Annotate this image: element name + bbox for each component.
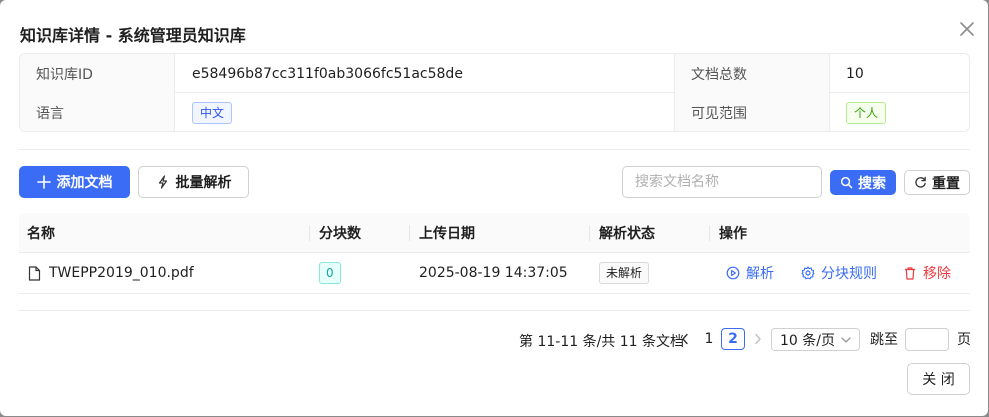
language-tag: 中文 [192, 101, 233, 124]
close-icon[interactable] [958, 20, 976, 38]
add-document-button[interactable]: 添加文档 [19, 166, 130, 198]
parse-link[interactable]: 解析 [726, 263, 774, 283]
batch-parse-label: 批量解析 [175, 175, 232, 191]
batch-parse-button[interactable]: 批量解析 [138, 166, 249, 198]
chunk-count-badge: 0 [319, 262, 341, 284]
prev-page-button[interactable] [678, 328, 692, 350]
column-header-actions: 操作 [719, 226, 747, 242]
file-name-cell: TWEPP2019_010.pdf [28, 253, 194, 293]
search-button[interactable]: 搜索 [830, 170, 896, 195]
column-header-chunks: 分块数 [319, 226, 361, 242]
jump-page-input[interactable] [905, 328, 949, 351]
table-row: TWEPP2019_010.pdf 0 2025-08-19 14:37:05 … [19, 253, 970, 294]
page-2[interactable]: 2 [721, 328, 745, 350]
lightning-icon [158, 175, 167, 189]
next-page-button[interactable] [752, 328, 764, 350]
reset-label: 重置 [932, 175, 960, 192]
page-1[interactable]: 1 [700, 328, 718, 350]
chunk-rules-link[interactable]: 分块规则 [801, 263, 877, 283]
file-name: TWEPP2019_010.pdf [49, 265, 194, 281]
search-input[interactable] [622, 166, 822, 198]
add-document-label: 添加文档 [56, 175, 113, 191]
remove-link[interactable]: 移除 [903, 263, 951, 283]
chevron-right-icon [755, 333, 761, 345]
visibility-label: 可见范围 [675, 93, 830, 131]
column-separator [709, 225, 710, 241]
page-size-select[interactable]: 10 条/页 [771, 328, 860, 351]
file-icon [28, 265, 41, 281]
page-size-value: 10 条/页 [780, 332, 835, 349]
search-label: 搜索 [858, 175, 886, 192]
page-suffix: 页 [957, 332, 971, 348]
column-header-status: 解析状态 [599, 226, 655, 242]
language-label: 语言 [20, 93, 175, 131]
kb-id-label: 知识库ID [20, 54, 175, 93]
doc-count-value: 10 [846, 65, 864, 82]
dialog-title: 知识库详情 - 系统管理员知识库 [20, 26, 246, 45]
visibility-tag: 个人 [846, 101, 887, 124]
column-separator [309, 225, 310, 241]
table-header: 名称 分块数 上传日期 解析状态 操作 [19, 213, 970, 253]
play-circle-icon [726, 266, 740, 280]
plus-icon [36, 175, 51, 189]
parse-label: 解析 [746, 266, 774, 282]
upload-date: 2025-08-19 14:37:05 [419, 265, 568, 281]
remove-label: 移除 [923, 266, 951, 282]
chevron-down-icon [841, 337, 851, 343]
doc-count-label: 文档总数 [675, 54, 830, 93]
chevron-left-icon [682, 333, 688, 345]
jump-label: 跳至 [870, 332, 898, 348]
column-separator [589, 225, 590, 241]
reset-button[interactable]: 重置 [904, 170, 970, 195]
section-divider [19, 149, 970, 150]
column-header-upload-date: 上传日期 [419, 226, 475, 242]
column-header-name: 名称 [27, 226, 55, 242]
reset-icon [915, 176, 926, 188]
close-button[interactable]: 关 闭 [907, 363, 970, 395]
pagination-summary: 第 11-11 条/共 11 条文档 [519, 334, 685, 350]
section-divider [19, 310, 970, 311]
chunk-rules-label: 分块规则 [821, 266, 877, 282]
kb-id-value: e58496b87cc311f0ab3066fc51ac58de [175, 54, 675, 93]
column-separator [409, 225, 410, 241]
trash-icon [905, 267, 915, 280]
gear-icon [801, 266, 815, 280]
parse-status-tag: 未解析 [599, 262, 650, 284]
details-table: 知识库ID e58496b87cc311f0ab3066fc51ac58de 文… [19, 53, 970, 132]
details-row: 语言 中文 可见范围 个人 [20, 93, 969, 131]
knowledge-base-detail-dialog: 知识库详情 - 系统管理员知识库 知识库ID e58496b87cc311f0a… [0, 0, 988, 416]
search-icon [840, 176, 853, 189]
details-row: 知识库ID e58496b87cc311f0ab3066fc51ac58de 文… [20, 54, 969, 93]
